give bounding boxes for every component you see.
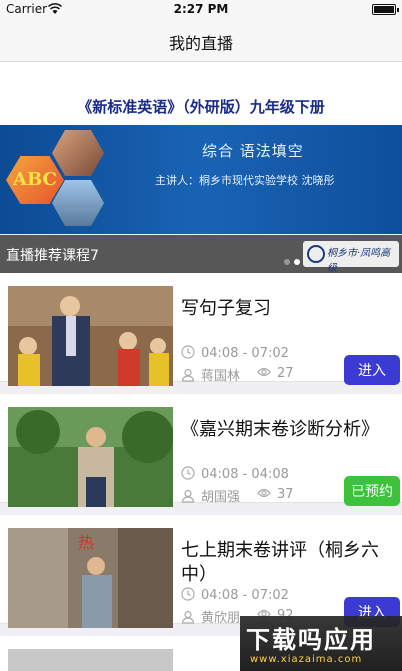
clock-icon (181, 587, 195, 601)
course-teacher-name: 蒋国林 (201, 369, 241, 384)
course-title: 《嘉兴期末卷诊断分析》 (181, 419, 379, 440)
course-title: 写句子复习 (181, 298, 271, 319)
course-item[interactable]: 《嘉兴期末卷诊断分析》 04:08 - 04:08 胡国强 37 已预约 (0, 394, 402, 507)
user-icon (181, 368, 195, 382)
school-logo-text: 桐乡市·凤鸣高级 (327, 248, 391, 274)
page-title: 我的直播 (168, 34, 233, 53)
course-time-text: 04:08 - 07:02 (201, 588, 289, 603)
course-time: 04:08 - 04:08 (181, 466, 289, 482)
course-views: 37 (257, 486, 294, 502)
course-views: 27 (257, 365, 294, 381)
watermark-url: www.xiazaima.com (250, 654, 363, 665)
course-teacher-name: 胡国强 (201, 490, 241, 505)
status-bar: Carrier 2:27 PM (0, 0, 402, 18)
course-time-text: 04:08 - 07:02 (201, 346, 289, 361)
banner-subject: 综合 语法填空 (202, 142, 304, 160)
eye-icon (257, 488, 271, 498)
course-teacher: 蒋国林 (181, 365, 240, 384)
svg-text:热: 热 (78, 533, 94, 552)
course-view-count: 37 (277, 487, 294, 502)
site-watermark: 下载吗应用 www.xiazaima.com (240, 616, 402, 671)
school-logo: 桐乡市·凤鸣高级 (303, 241, 399, 274)
course-item[interactable]: 热 七上期末卷讲评（桐乡六中） 04:08 - 07:02 黄欣朋 92 进入 (0, 515, 402, 628)
course-thumbnail[interactable] (8, 649, 173, 671)
banner-caption-bar: 直播推荐课程7 桐乡市·凤鸣高级 (0, 235, 402, 274)
abc-text: ABC (13, 169, 57, 190)
clock-icon (181, 345, 195, 359)
school-logo-ring-icon (307, 245, 325, 263)
banner-band: ABC 综合 语法填空 主讲人：桐乡市现代实验学校 沈晓彤 (0, 125, 402, 234)
page-dot-active[interactable] (294, 259, 300, 265)
course-teacher: 黄欣朋 (181, 607, 240, 626)
course-thumbnail[interactable] (8, 407, 173, 507)
watermark-title: 下载吗应用 (246, 626, 376, 654)
user-icon (181, 489, 195, 503)
course-title: 七上期末卷讲评（桐乡六中） (181, 540, 379, 585)
recommended-courses-label: 直播推荐课程7 (6, 248, 99, 264)
status-time: 2:27 PM (173, 2, 229, 16)
course-time: 04:08 - 07:02 (181, 345, 289, 361)
course-item[interactable]: 写句子复习 04:08 - 07:02 蒋国林 27 进入 (0, 273, 402, 386)
battery-icon (372, 4, 399, 15)
enter-button[interactable]: 进入 (344, 355, 400, 385)
live-banner[interactable]: 《新标准英语》（外研版）九年级下册 ABC 综合 语法填空 主讲人：桐乡市现代实… (0, 62, 402, 234)
course-thumbnail[interactable] (8, 286, 173, 386)
course-view-count: 27 (277, 366, 294, 381)
course-teacher-name: 黄欣朋 (201, 611, 241, 626)
eye-icon (257, 367, 271, 377)
banner-lecturer: 主讲人：桐乡市现代实验学校 沈晓彤 (155, 174, 335, 187)
students-hex-image (52, 130, 104, 176)
banner-title: 《新标准英语》（外研版）九年级下册 (77, 98, 325, 116)
navigation-bar: 我的直播 (0, 18, 402, 62)
reserved-button[interactable]: 已预约 (344, 476, 400, 506)
page-indicator[interactable] (284, 250, 304, 269)
clock-icon (181, 466, 195, 480)
course-teacher: 胡国强 (181, 486, 240, 505)
user-icon (181, 610, 195, 624)
course-thumbnail[interactable]: 热 (8, 528, 173, 628)
course-time: 04:08 - 07:02 (181, 587, 289, 603)
page-dot[interactable] (284, 259, 290, 265)
course-time-text: 04:08 - 04:08 (201, 467, 289, 482)
